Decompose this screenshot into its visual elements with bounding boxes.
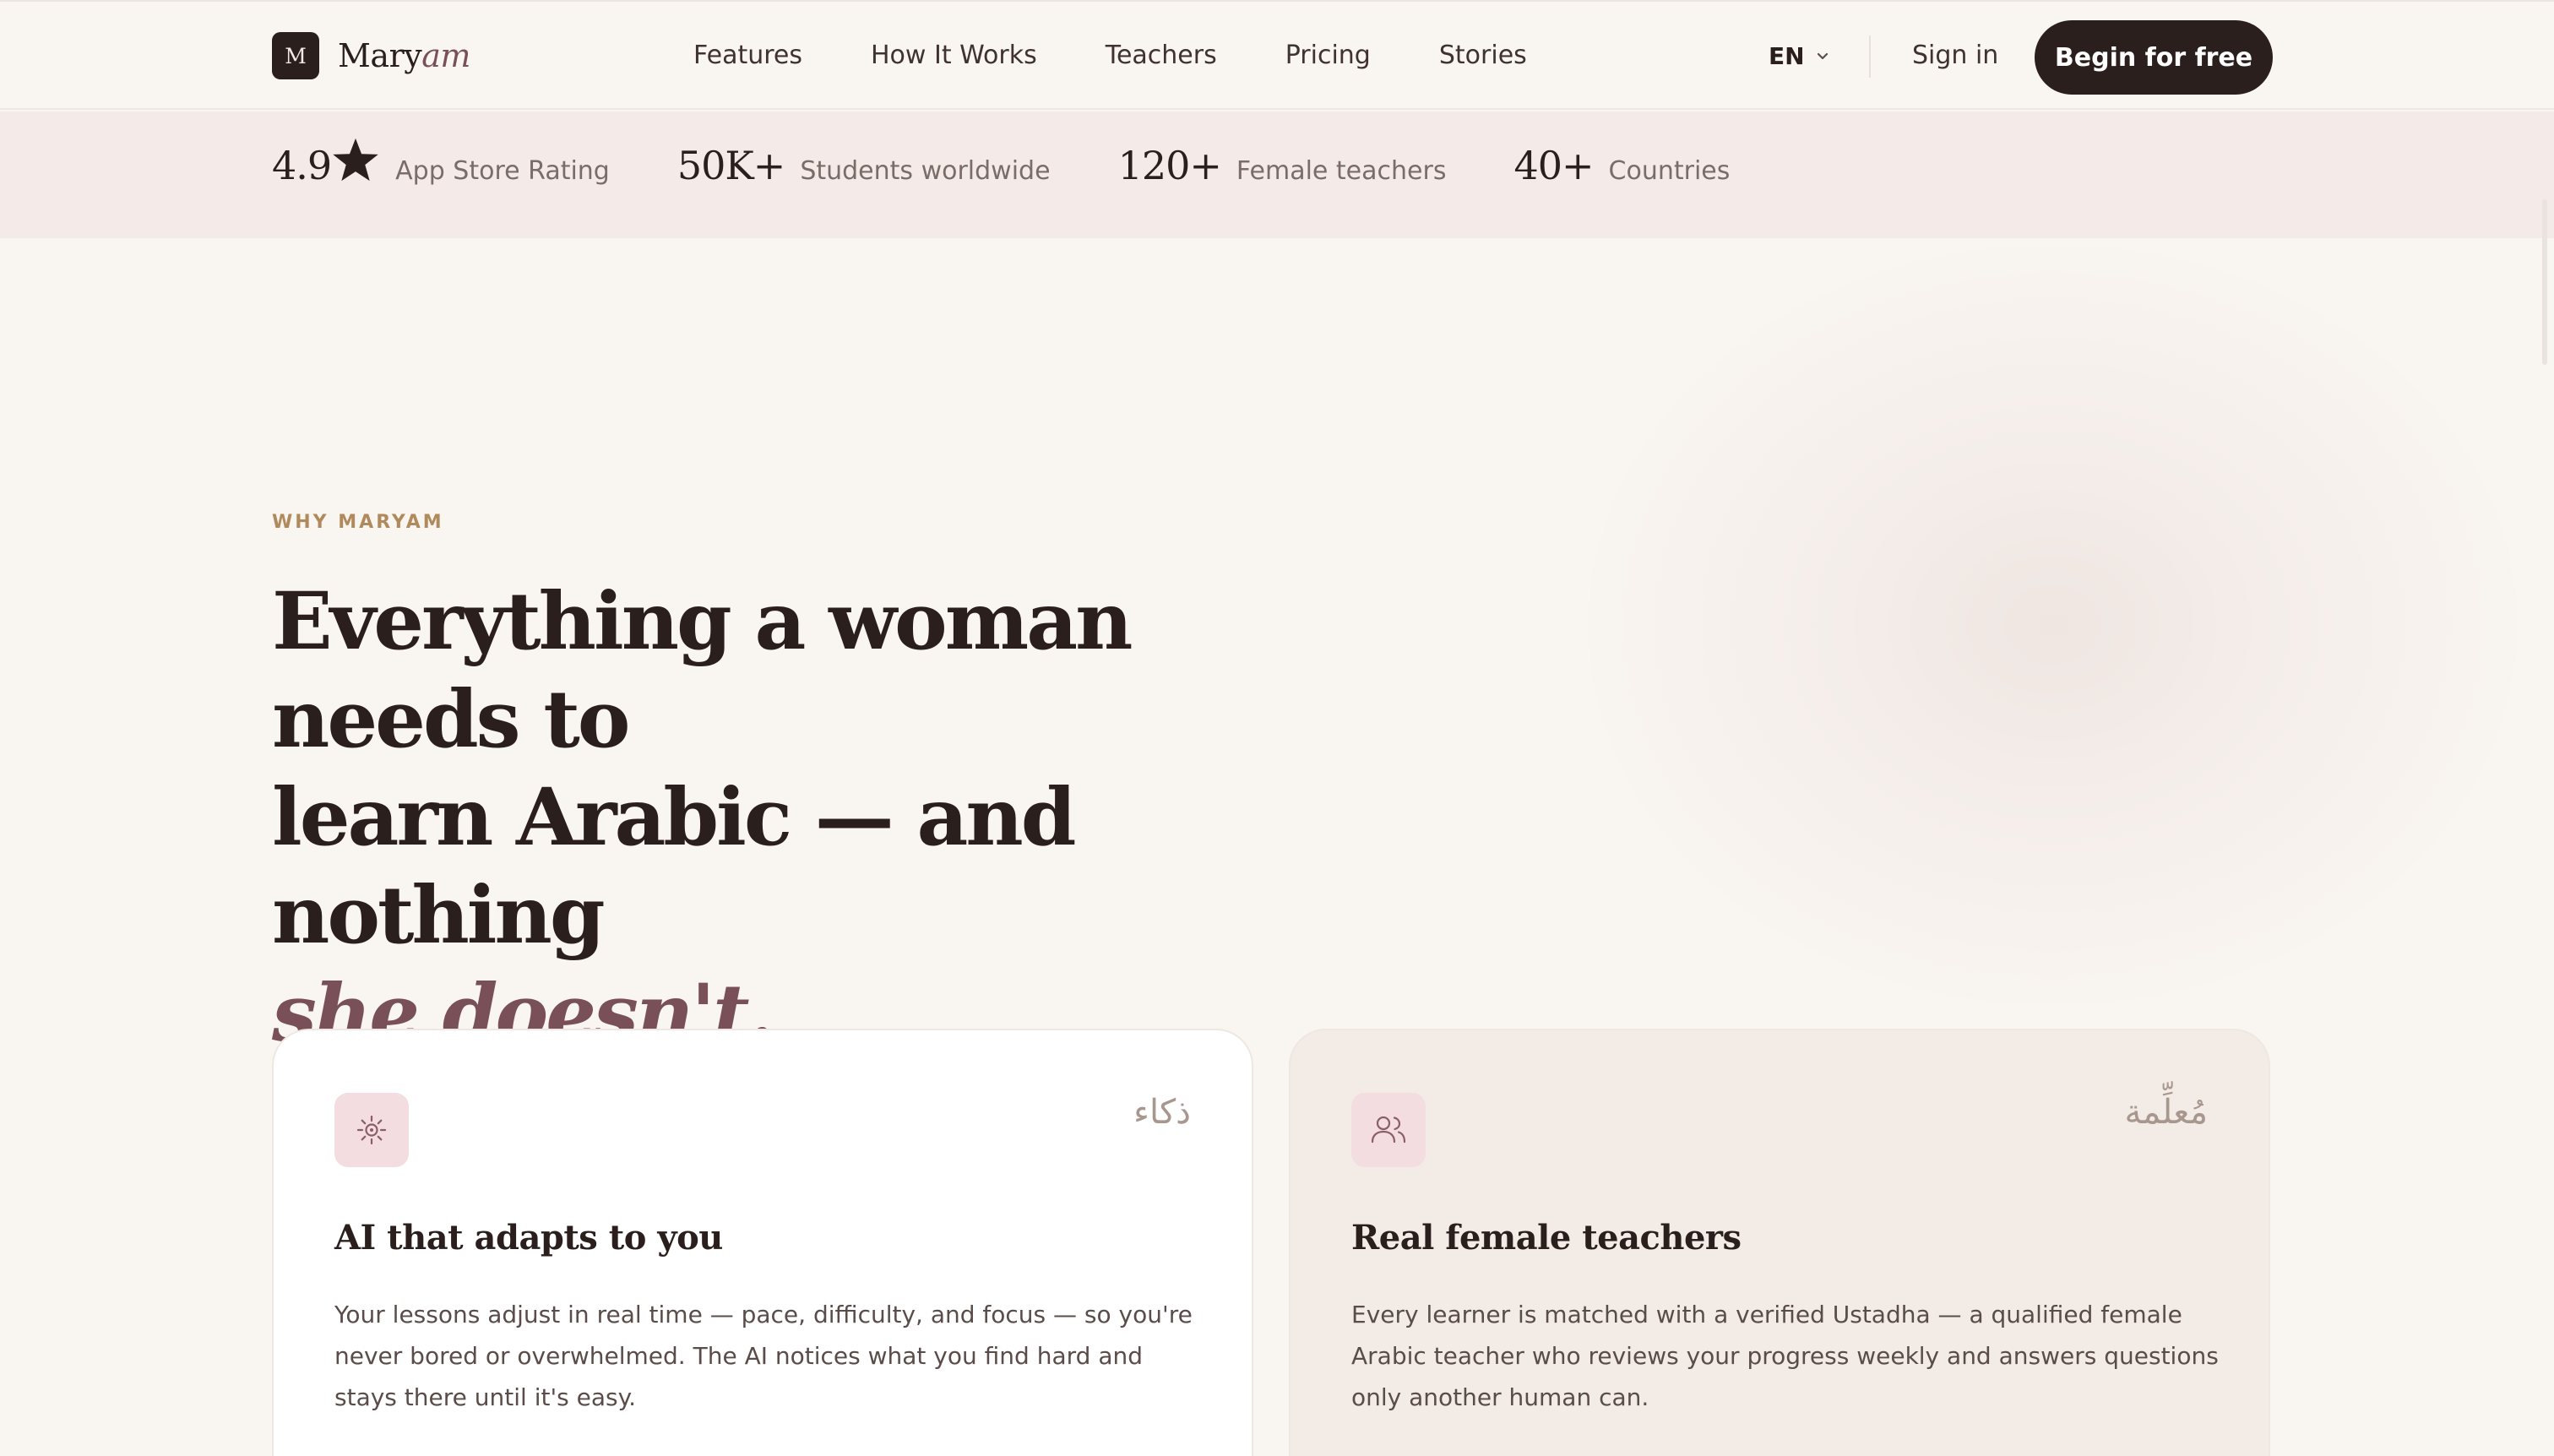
card-arabic-word: مُعلِّمة xyxy=(2124,1093,2208,1132)
stat-students: 50K+ Students worldwide xyxy=(677,143,1051,188)
stat-value: 40+ xyxy=(1513,143,1594,188)
ai-sparkle-icon xyxy=(334,1093,409,1167)
nav-link-pricing[interactable]: Pricing xyxy=(1285,41,1371,70)
stat-label: Female teachers xyxy=(1236,156,1447,186)
card-title: AI that adapts to you xyxy=(334,1218,723,1258)
begin-for-free-button[interactable]: Begin for free xyxy=(2035,20,2273,95)
logo-wordmark: Maryam xyxy=(338,37,470,74)
logo-mark: M xyxy=(272,32,319,79)
headline-line-1: Everything a woman needs to xyxy=(272,575,1133,766)
nav-link-how-it-works[interactable]: How It Works xyxy=(871,41,1037,70)
stat-label: Students worldwide xyxy=(800,156,1051,186)
brand-logo[interactable]: M Maryam xyxy=(272,32,470,79)
page: M Maryam Features How It Works Teachers … xyxy=(0,0,2554,1456)
language-selector[interactable]: EN xyxy=(1769,42,1829,70)
stat-value: 120+ xyxy=(1117,143,1222,188)
stat-value: 4.9 xyxy=(272,143,332,188)
chevron-down-icon xyxy=(1817,48,1829,64)
main-nav: Features How It Works Teachers Pricing S… xyxy=(693,41,1527,70)
sign-in-link[interactable]: Sign in xyxy=(1912,41,1998,70)
nav-link-stories[interactable]: Stories xyxy=(1439,41,1527,70)
scrollbar-thumb[interactable] xyxy=(2542,199,2547,365)
language-label: EN xyxy=(1769,42,1805,70)
card-body: Your lessons adjust in real time — pace,… xyxy=(334,1301,1193,1411)
section-eyebrow: WHY MARYAM xyxy=(272,512,444,533)
card-body: Every learner is matched with a verified… xyxy=(1351,1301,2219,1411)
nav-link-features[interactable]: Features xyxy=(693,41,802,70)
card-arabic-word: ذكاء xyxy=(1133,1093,1191,1132)
section-headline: Everything a woman needs to learn Arabic… xyxy=(272,573,1370,1062)
background-glow xyxy=(1588,245,2517,1005)
logo-text-italic: am xyxy=(421,37,470,74)
top-navbar: M Maryam Features How It Works Teachers … xyxy=(0,0,2554,110)
card-title: Real female teachers xyxy=(1351,1218,1742,1258)
stat-label: Countries xyxy=(1608,156,1731,186)
logo-text-regular: Mary xyxy=(338,37,422,74)
feature-card-teachers: مُعلِّمة Real female teachers Every lear… xyxy=(1289,1029,2270,1456)
feature-card-ai: ذكاء AI that adapts to you Your lessons … xyxy=(272,1029,1253,1456)
stat-label: App Store Rating xyxy=(395,156,610,186)
stats-strip: 4.9 App Store Rating 50K+ Students world… xyxy=(0,111,2554,238)
header-divider xyxy=(1869,35,1871,78)
stat-teachers: 120+ Female teachers xyxy=(1118,143,1447,188)
users-icon xyxy=(1351,1093,1426,1167)
stat-countries: 40+ Countries xyxy=(1513,143,1730,188)
headline-line-2: learn Arabic — and nothing xyxy=(272,771,1076,962)
star-icon xyxy=(331,137,380,187)
nav-link-teachers[interactable]: Teachers xyxy=(1106,41,1217,70)
stat-value: 50K+ xyxy=(677,143,785,188)
stat-rating: 4.9 App Store Rating xyxy=(272,137,610,188)
